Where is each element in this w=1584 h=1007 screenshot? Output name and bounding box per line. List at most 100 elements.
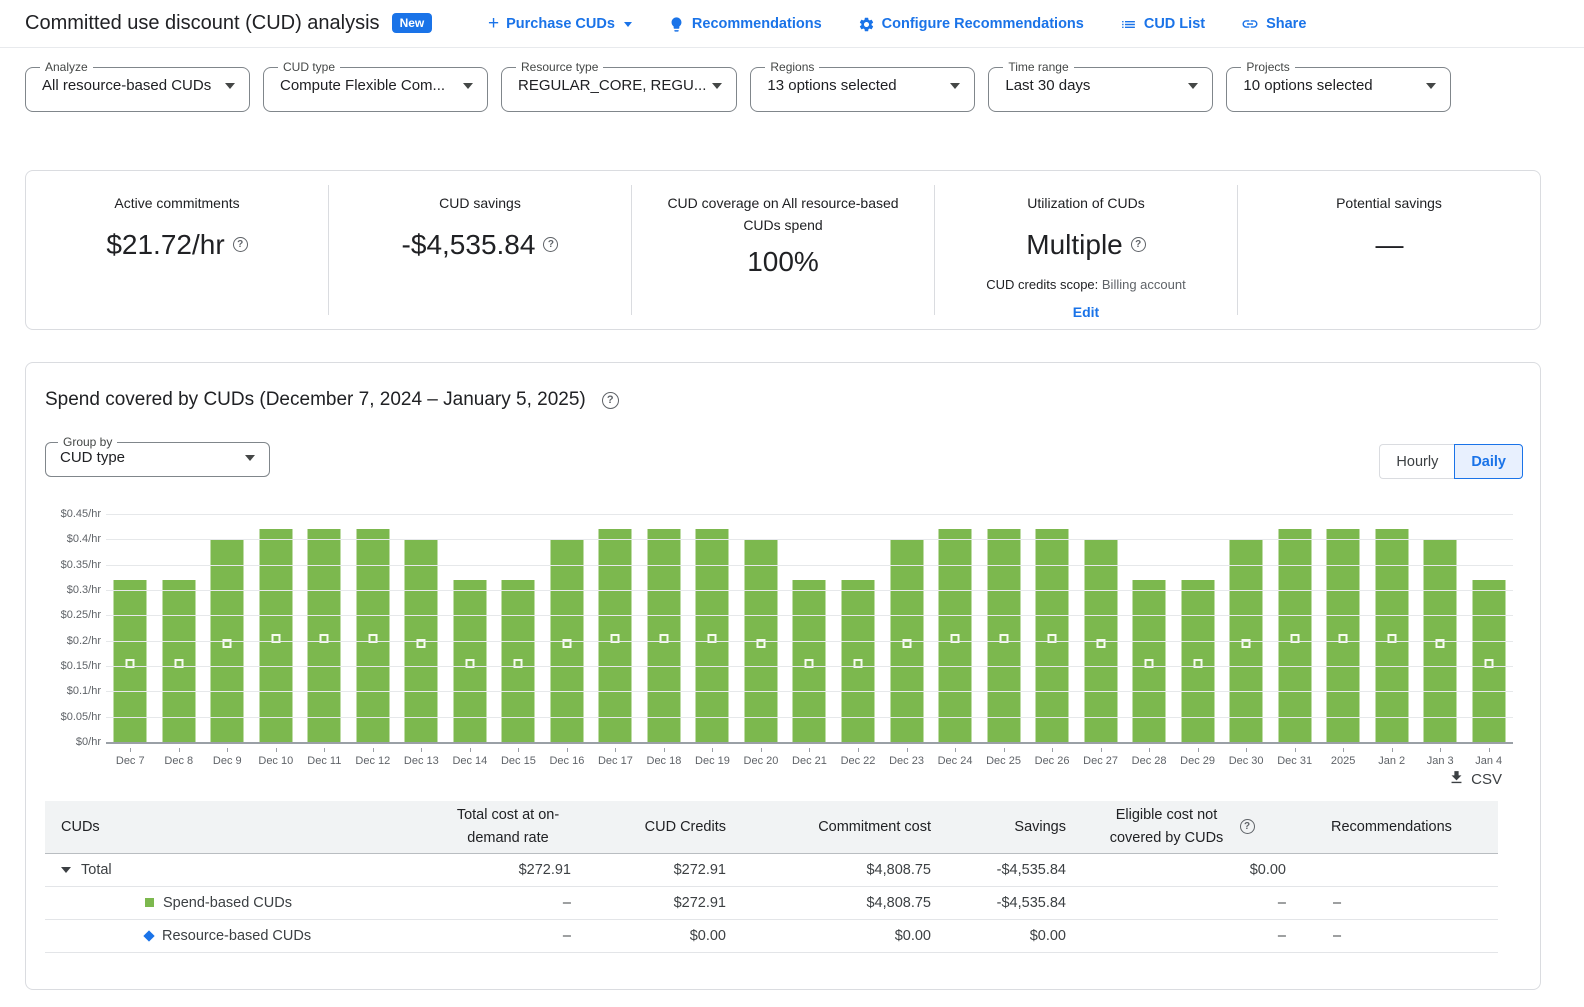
x-axis-tick-label: Dec 10	[252, 748, 301, 767]
regions-value: 13 options selected	[767, 77, 896, 94]
bar-slot	[1270, 514, 1319, 742]
bar-slot	[1367, 514, 1416, 742]
y-axis-tick-label: $0.2/hr	[31, 635, 101, 647]
chart-title: Spend covered by CUDs (December 7, 2024 …	[45, 389, 586, 411]
configure-recommendations-button[interactable]: Configure Recommendations	[858, 16, 1084, 33]
bar-slot	[155, 514, 204, 742]
help-icon[interactable]: ?	[233, 237, 248, 252]
resource-based-legend-icon	[143, 930, 154, 941]
plot-area: $0/hr$0.05/hr$0.1/hr$0.15/hr$0.2/hr$0.25…	[106, 514, 1513, 742]
header-actions: + Purchase CUDs Recommendations Configur…	[488, 0, 1306, 48]
bar-slot	[1076, 514, 1125, 742]
bar-slot	[688, 514, 737, 742]
y-axis-tick-label: $0.05/hr	[31, 711, 101, 723]
gridline	[106, 514, 1513, 515]
granularity-toggle: Hourly Daily	[1379, 444, 1523, 479]
cud-type-filter[interactable]: CUD type Compute Flexible Com...	[263, 60, 488, 112]
time-range-filter[interactable]: Time range Last 30 days	[988, 60, 1213, 112]
download-csv-button[interactable]: CSV	[1448, 769, 1502, 790]
analyze-filter[interactable]: Analyze All resource-based CUDs	[25, 60, 250, 112]
bar-slot	[397, 514, 446, 742]
x-axis-tick-label: Dec 18	[640, 748, 689, 767]
recommendations-button[interactable]: Recommendations	[668, 16, 822, 33]
col-total-cost: Total cost at on-demand rate	[445, 801, 571, 853]
bar-slot	[1028, 514, 1077, 742]
lightbulb-icon	[668, 16, 685, 33]
y-axis-tick-label: $0.15/hr	[31, 660, 101, 672]
edit-scope-link[interactable]: Edit	[1073, 304, 1099, 320]
share-button[interactable]: Share	[1241, 15, 1306, 33]
bar-slot	[931, 514, 980, 742]
table-row-total: Total $272.91 $272.91 $4,808.75 -$4,535.…	[45, 853, 1498, 886]
page-title: Committed use discount (CUD) analysis	[25, 12, 380, 35]
bar-slot	[1125, 514, 1174, 742]
x-axis-tick-label: Dec 23	[882, 748, 931, 767]
x-axis-tick-label: Dec 30	[1222, 748, 1271, 767]
analyze-value: All resource-based CUDs	[42, 77, 211, 94]
help-icon[interactable]: ?	[543, 237, 558, 252]
projects-filter[interactable]: Projects 10 options selected	[1226, 60, 1451, 112]
x-axis-tick-label: Dec 29	[1173, 748, 1222, 767]
help-icon[interactable]: ?	[1240, 819, 1255, 834]
help-icon[interactable]: ?	[1131, 237, 1146, 252]
bar-slot	[1416, 514, 1465, 742]
table-row-resource-based: Resource-based CUDs – $0.00 $0.00 $0.00 …	[45, 919, 1498, 952]
x-axis-tick-label: Dec 17	[591, 748, 640, 767]
group-by-value: CUD type	[60, 449, 125, 466]
gridline	[106, 666, 1513, 667]
y-axis-tick-label: $0.4/hr	[31, 533, 101, 545]
resource-type-value: REGULAR_CORE, REGU...	[518, 77, 706, 94]
bar-slot	[834, 514, 883, 742]
x-axis-tick-label: Dec 9	[203, 748, 252, 767]
cud-list-button[interactable]: CUD List	[1120, 16, 1205, 33]
gridline	[106, 717, 1513, 718]
col-cuds: CUDs	[45, 801, 445, 853]
daily-toggle-button[interactable]: Daily	[1454, 444, 1523, 479]
col-commitment-cost: Commitment cost	[726, 801, 931, 853]
download-icon	[1448, 769, 1465, 790]
purchase-cuds-button[interactable]: + Purchase CUDs	[488, 15, 632, 34]
summary-card: Active commitments $21.72/hr? CUD saving…	[25, 170, 1541, 330]
chevron-down-icon	[624, 22, 632, 27]
x-axis-tick-label: Dec 27	[1076, 748, 1125, 767]
bar-slot	[737, 514, 786, 742]
col-cud-credits: CUD Credits	[571, 801, 726, 853]
chevron-down-icon	[712, 83, 722, 89]
bar-slot	[979, 514, 1028, 742]
stat-active-commitments: Active commitments $21.72/hr?	[26, 185, 328, 315]
bar-slot	[252, 514, 301, 742]
bar-slot	[1173, 514, 1222, 742]
bar-slot	[543, 514, 592, 742]
group-by-select[interactable]: Group by CUD type	[45, 435, 270, 477]
x-axis-tick-label: Dec 22	[834, 748, 883, 767]
bar-slot	[494, 514, 543, 742]
collapse-arrow-icon[interactable]	[61, 867, 71, 873]
x-axis-tick-label: Dec 28	[1125, 748, 1174, 767]
bar-slot	[106, 514, 155, 742]
regions-filter[interactable]: Regions 13 options selected	[750, 60, 975, 112]
x-axis-line	[106, 742, 1513, 744]
y-axis-tick-label: $0.3/hr	[31, 584, 101, 596]
x-axis-tick-label: Jan 3	[1416, 748, 1465, 767]
x-axis-tick-label: 2025	[1319, 748, 1368, 767]
new-badge: New	[392, 13, 433, 33]
x-axis-tick-label: Dec 31	[1270, 748, 1319, 767]
y-axis-tick-label: $0/hr	[31, 736, 101, 748]
bar-slot	[785, 514, 834, 742]
chevron-down-icon	[1426, 83, 1436, 89]
list-icon	[1120, 16, 1137, 33]
help-icon[interactable]: ?	[602, 392, 619, 409]
y-axis-tick-label: $0.45/hr	[31, 508, 101, 520]
x-axis-tick-label: Dec 21	[785, 748, 834, 767]
page-header: Committed use discount (CUD) analysis Ne…	[0, 0, 1584, 48]
hourly-toggle-button[interactable]: Hourly	[1379, 444, 1454, 479]
chevron-down-icon	[245, 455, 255, 461]
x-axis-tick-label: Dec 7	[106, 748, 155, 767]
projects-value: 10 options selected	[1243, 77, 1372, 94]
cud-analysis-page: Committed use discount (CUD) analysis Ne…	[0, 0, 1584, 1007]
x-axis-tick-label: Dec 25	[979, 748, 1028, 767]
resource-type-filter[interactable]: Resource type REGULAR_CORE, REGU...	[501, 60, 737, 112]
x-axis-labels: Dec 7Dec 8Dec 9Dec 10Dec 11Dec 12Dec 13D…	[106, 748, 1513, 767]
table-header-row: CUDs Total cost at on-demand rate CUD Cr…	[45, 801, 1498, 853]
x-axis-tick-label: Dec 26	[1028, 748, 1077, 767]
